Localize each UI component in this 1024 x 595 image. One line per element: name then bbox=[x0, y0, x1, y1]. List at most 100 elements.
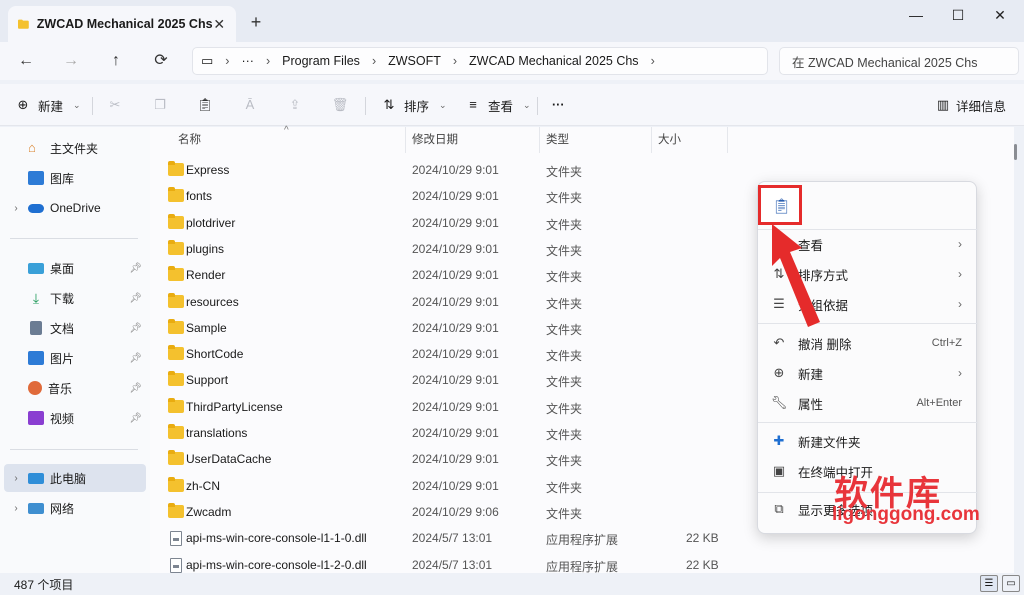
close-button[interactable]: ✕ bbox=[980, 4, 1020, 26]
column-header-size[interactable]: 大小 bbox=[652, 127, 728, 153]
chevron-right-icon: › bbox=[958, 297, 962, 311]
sidebar-item-videos[interactable]: 视频 📌︎ bbox=[4, 404, 146, 432]
pin-icon[interactable]: 📌︎ bbox=[129, 323, 142, 334]
copy-button[interactable]: ❐ bbox=[151, 94, 169, 116]
view-button[interactable]: ≡ 查看 ⌄ bbox=[464, 94, 530, 116]
filename: api-ms-win-core-console-l1-1-0.dll bbox=[186, 531, 367, 546]
pin-icon[interactable]: 📌︎ bbox=[129, 383, 142, 394]
pin-icon[interactable]: 📌︎ bbox=[129, 263, 142, 274]
filename: Sample bbox=[186, 320, 227, 335]
filename: translations bbox=[186, 426, 248, 440]
tab-title: ZWCAD Mechanical 2025 Chs bbox=[36, 17, 213, 31]
search-input[interactable]: 在 ZWCAD Mechanical 2025 Chs bbox=[779, 47, 1019, 75]
folder-icon bbox=[168, 397, 184, 413]
chevron-right-icon[interactable]: › bbox=[4, 203, 28, 214]
minimize-button[interactable]: — bbox=[896, 4, 936, 26]
context-menu-item[interactable]: 🔧︎ 属性 Alt+Enter bbox=[766, 389, 970, 417]
file-type: 文件夹 bbox=[546, 375, 583, 390]
new-button[interactable]: ⊕ 新建 ⌄ bbox=[14, 94, 81, 116]
breadcrumb-more[interactable]: ··· bbox=[241, 54, 254, 68]
chevron-right-icon: › bbox=[958, 366, 962, 380]
picture-icon bbox=[28, 351, 44, 365]
sidebar-item-downloads[interactable]: ⤓ 下载 📌︎ bbox=[4, 284, 146, 312]
paste-button[interactable]: 📋︎ bbox=[196, 94, 214, 116]
share-button[interactable]: ⇪ bbox=[286, 94, 304, 116]
sidebar-item-documents[interactable]: 文档 📌︎ bbox=[4, 314, 146, 342]
divider bbox=[537, 97, 538, 115]
file-type: 文件夹 bbox=[546, 428, 583, 442]
sidebar-item-home[interactable]: ⌂ 主文件夹 bbox=[4, 134, 146, 162]
address-bar[interactable]: ▭ › ··· › Program Files › ZWSOFT › ZWCAD… bbox=[192, 47, 768, 75]
desktop-icon bbox=[28, 262, 44, 274]
new-folder-icon: ✚ bbox=[773, 433, 785, 448]
pin-icon[interactable]: 📌︎ bbox=[129, 413, 142, 424]
sidebar-item-pictures[interactable]: 图片 📌︎ bbox=[4, 344, 146, 372]
folder-icon bbox=[168, 187, 184, 203]
column-header-date[interactable]: 修改日期 bbox=[406, 127, 540, 153]
details-button[interactable]: ▥ 详细信息 bbox=[934, 94, 1006, 116]
breadcrumb-zwcad[interactable]: ZWCAD Mechanical 2025 Chs bbox=[469, 54, 639, 68]
tab-close-icon[interactable]: ✕ bbox=[213, 16, 226, 33]
file-icon bbox=[170, 557, 182, 573]
navigation-pane: ⌂ 主文件夹 图库 › OneDrive 桌面 📌︎ ⤓ 下载 📌︎ 文档 📌︎… bbox=[0, 127, 150, 573]
sidebar-item-label: 桌面 bbox=[50, 261, 75, 276]
folder-icon bbox=[18, 19, 29, 29]
breadcrumb-program-files[interactable]: Program Files bbox=[282, 54, 360, 68]
modified-date: 2024/10/29 9:01 bbox=[412, 294, 499, 309]
paste-button[interactable]: 📋︎ bbox=[758, 185, 802, 225]
column-header-type[interactable]: 类型 bbox=[540, 127, 652, 153]
sort-button[interactable]: ⇅ 排序 ⌄ bbox=[380, 94, 447, 116]
tab-zwcad[interactable]: ZWCAD Mechanical 2025 Chs ✕ bbox=[8, 6, 236, 42]
breadcrumb-zwsoft[interactable]: ZWSOFT bbox=[388, 54, 441, 68]
chevron-right-icon[interactable]: › bbox=[4, 503, 28, 514]
context-menu-item[interactable]: ⊕ 新建 › bbox=[766, 359, 970, 387]
rename-button[interactable]: Ā bbox=[241, 94, 259, 116]
divider bbox=[10, 238, 138, 239]
folder-icon bbox=[168, 450, 184, 466]
maximize-button[interactable]: ☐ bbox=[938, 4, 978, 26]
cloud-icon bbox=[28, 203, 44, 213]
details-label: 详细信息 bbox=[956, 99, 1007, 114]
sidebar-item-onedrive[interactable]: › OneDrive bbox=[4, 194, 146, 222]
context-menu-item[interactable]: ☰ 分组依据 › bbox=[766, 290, 970, 318]
context-menu-item[interactable]: ⁘ 查看 › bbox=[766, 230, 970, 258]
more-button[interactable]: ··· bbox=[552, 94, 565, 116]
new-tab-button[interactable]: + bbox=[246, 12, 266, 32]
terminal-icon: ▣ bbox=[772, 463, 786, 478]
details-view-icon[interactable]: ☰ bbox=[980, 575, 998, 592]
chevron-right-icon: › bbox=[650, 54, 655, 68]
sidebar-item-music[interactable]: 音乐 📌︎ bbox=[4, 374, 146, 402]
shortcut-label: Alt+Enter bbox=[916, 397, 962, 409]
context-menu-item[interactable]: ↶ 撤消 删除 Ctrl+Z bbox=[766, 329, 970, 357]
file-icon bbox=[170, 531, 182, 547]
folder-icon bbox=[168, 239, 184, 255]
sidebar-item-label: 音乐 bbox=[48, 381, 73, 396]
sidebar-item-this-pc[interactable]: › 此电脑 bbox=[4, 464, 146, 492]
file-type: 文件夹 bbox=[546, 480, 583, 495]
refresh-icon[interactable]: ⟳ bbox=[150, 50, 172, 72]
delete-button[interactable]: 🗑︎ bbox=[331, 94, 349, 116]
context-menu-item[interactable]: ⇅ 排序方式 › bbox=[766, 260, 970, 288]
sidebar-item-network[interactable]: › 网络 bbox=[4, 494, 146, 522]
back-icon[interactable]: ← bbox=[15, 50, 37, 72]
column-header-name[interactable]: 名称 ^ bbox=[172, 125, 406, 153]
sidebar-item-gallery[interactable]: 图库 bbox=[4, 164, 146, 192]
tiles-view-icon[interactable]: ▭ bbox=[1002, 575, 1020, 592]
filename: fonts bbox=[186, 189, 213, 204]
chevron-right-icon[interactable]: › bbox=[4, 473, 28, 484]
up-icon[interactable]: ↑ bbox=[105, 50, 127, 72]
sidebar-item-desktop[interactable]: 桌面 📌︎ bbox=[4, 254, 146, 282]
pin-icon[interactable]: 📌︎ bbox=[129, 353, 142, 364]
table-row[interactable]: Express 2024/10/29 9:01 文件夹 bbox=[150, 157, 1014, 183]
chevron-right-icon: › bbox=[371, 54, 377, 68]
scrollbar-thumb[interactable] bbox=[1014, 144, 1017, 160]
pin-icon[interactable]: 📌︎ bbox=[129, 293, 142, 304]
monitor-icon: ▭ bbox=[201, 53, 214, 68]
plus-circle-icon: ⊕ bbox=[17, 97, 29, 112]
filename: plotdriver bbox=[186, 215, 236, 230]
grid-icon: ⁘ bbox=[773, 236, 785, 251]
context-menu-item[interactable]: ✚ 新建文件夹 bbox=[766, 427, 970, 455]
forward-icon[interactable]: → bbox=[60, 50, 82, 72]
folder-icon bbox=[168, 345, 184, 361]
cut-button[interactable]: ✂ bbox=[106, 94, 124, 116]
